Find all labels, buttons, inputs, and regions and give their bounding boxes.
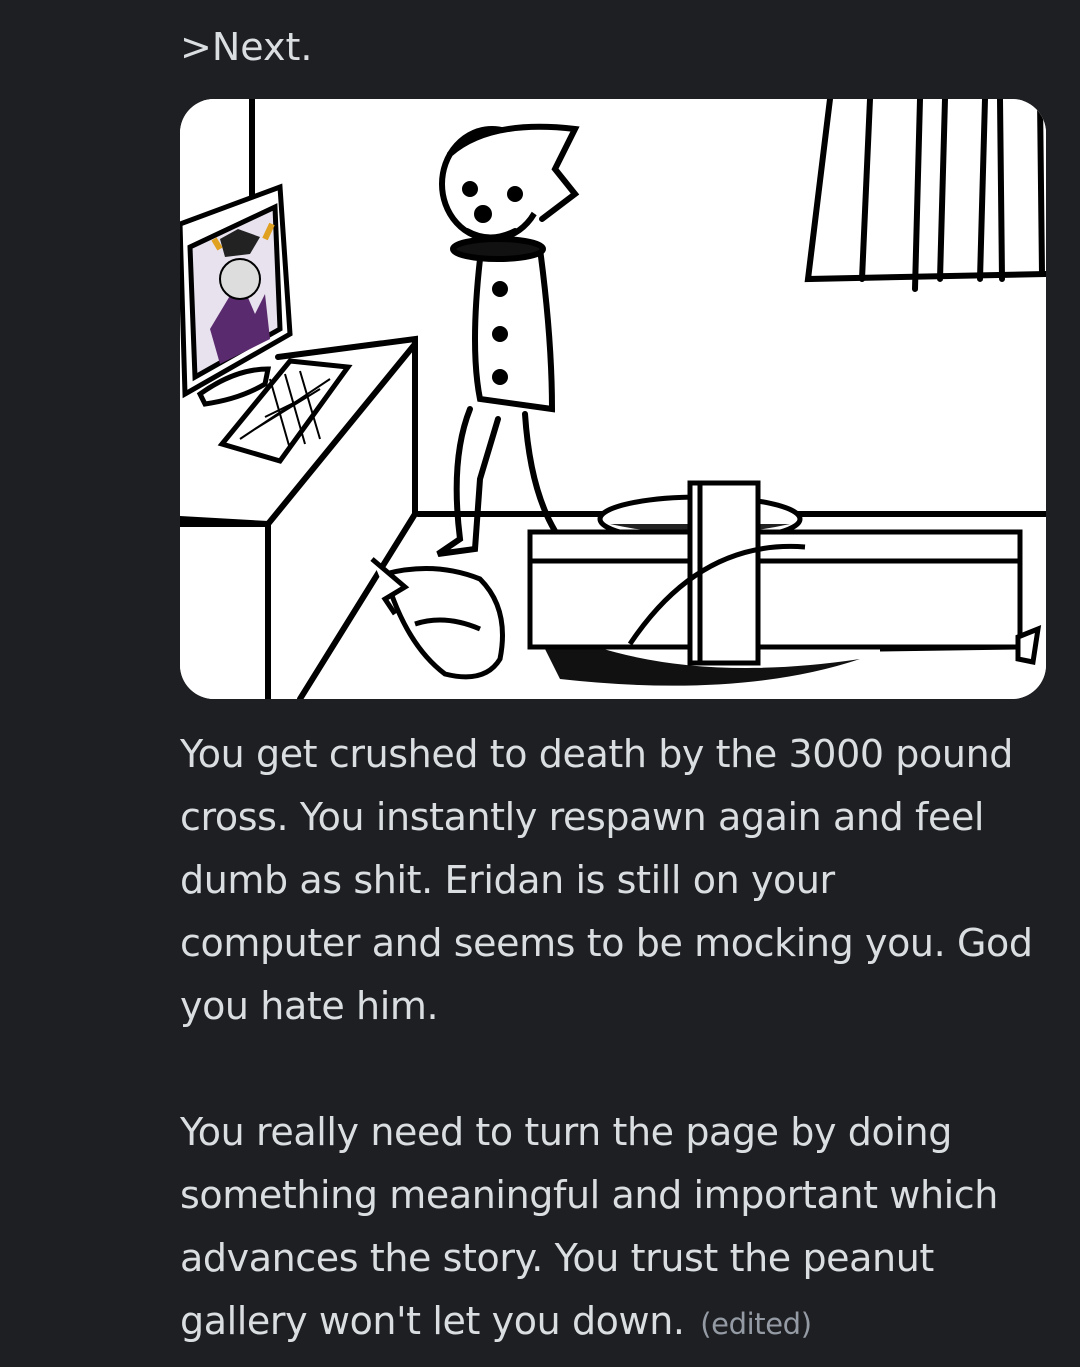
paragraph-2-line: something meaningful and important which (180, 1173, 998, 1217)
image-attachment[interactable] (180, 99, 1046, 699)
comic-panel-image (180, 99, 1046, 699)
paragraph-2-line: gallery won't let you down. (180, 1299, 685, 1343)
edited-label: (edited) (700, 1307, 812, 1341)
paragraph-2-line: You really need to turn the page by doin… (180, 1110, 952, 1154)
message-paragraph-2: You really need to turn the page by doin… (180, 1101, 1060, 1356)
paragraph-1-line: cross. You instantly respawn again and f… (180, 795, 985, 839)
paragraph-2-line: advances the story. You trust the peanut (180, 1236, 934, 1280)
paragraph-1-line: computer and seems to be mocking you. Go… (180, 921, 1033, 965)
paragraph-1-line: you hate him. (180, 984, 439, 1028)
message-paragraph-1: You get crushed to death by the 3000 pou… (180, 723, 1060, 1038)
message-header-line: >Next. (180, 25, 313, 69)
paragraph-2-last-line: gallery won't let you down. (edited) (180, 1290, 1060, 1356)
paragraph-1-line: You get crushed to death by the 3000 pou… (180, 732, 1013, 776)
paragraph-1-line: dumb as shit. Eridan is still on your (180, 858, 835, 902)
